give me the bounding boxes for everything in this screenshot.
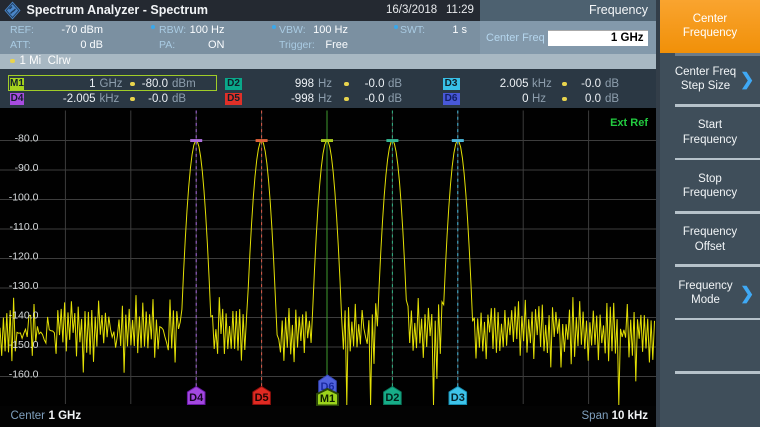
svg-text:-110.0: -110.0 — [10, 221, 39, 233]
svg-text:Ext Ref: Ext Ref — [610, 117, 648, 129]
svg-text:-90.0: -90.0 — [15, 162, 39, 174]
svg-text:D4: D4 — [189, 392, 204, 404]
svg-text:-120.0: -120.0 — [9, 251, 39, 263]
svg-text:-80.0: -80.0 — [15, 133, 39, 145]
svg-text:-130.0: -130.0 — [9, 280, 39, 292]
svg-text:-160.0: -160.0 — [9, 369, 39, 381]
svg-text:D2: D2 — [385, 392, 399, 404]
svg-text:-150.0: -150.0 — [9, 339, 39, 351]
svg-text:D5: D5 — [255, 392, 269, 404]
svg-text:-140.0: -140.0 — [9, 310, 39, 322]
svg-text:M1: M1 — [320, 393, 335, 405]
svg-text:-100.0: -100.0 — [9, 192, 39, 204]
svg-text:D3: D3 — [451, 392, 465, 404]
